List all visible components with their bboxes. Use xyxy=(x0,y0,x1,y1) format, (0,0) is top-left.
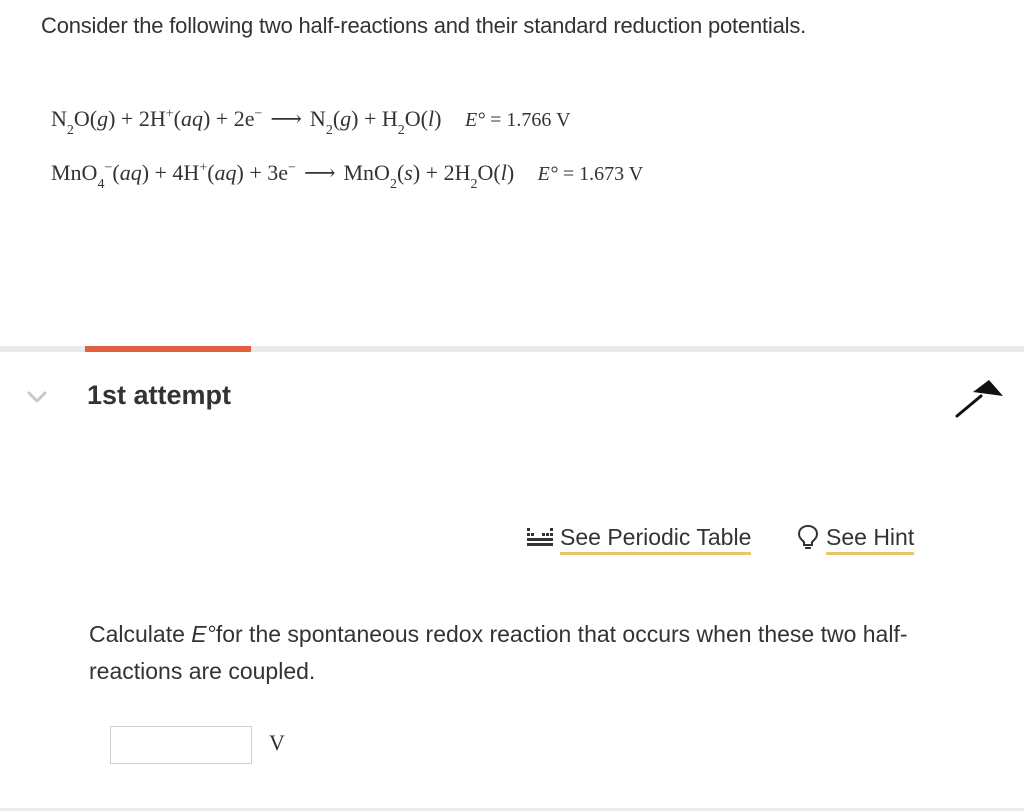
reaction-lhs-token: O( xyxy=(73,106,98,131)
reaction-lhs-token: 2 xyxy=(66,123,74,139)
reaction-lhs-token: ) + 2H xyxy=(108,106,166,131)
half-reaction-1: N2O(g) + 2H+(aq) + 2e− ⟶ N2(g) + H2O(l) E°… xyxy=(51,106,571,138)
reaction-rhs-token: 2 xyxy=(325,123,333,139)
reaction-lhs-token: ( xyxy=(173,106,181,131)
reaction-lhs: N2O(g) + 2H+(aq) + 2e− xyxy=(51,106,263,138)
reaction-rhs: N2(g) + H2O(l) xyxy=(309,106,442,138)
reaction-lhs-token: − xyxy=(254,106,263,122)
answer-unit: V xyxy=(269,730,285,755)
reaction-rhs-token: O( xyxy=(477,160,501,185)
standard-potential-value: = 1.673 V xyxy=(562,163,644,185)
reaction-rhs-token: 2 xyxy=(389,177,397,193)
reaction-rhs-token: s xyxy=(404,160,413,185)
lightbulb-icon xyxy=(797,524,819,549)
question-symbol: E° xyxy=(191,621,216,647)
see-periodic-table-link[interactable]: See Periodic Table xyxy=(526,524,752,555)
periodic-table-icon xyxy=(527,527,553,546)
reaction-rhs-token: 2 xyxy=(397,123,405,139)
reaction-lhs-token: MnO xyxy=(51,160,98,185)
question-pre: Calculate xyxy=(89,621,192,647)
answer-input[interactable] xyxy=(110,726,252,764)
reaction-arrow: ⟶ xyxy=(270,106,302,131)
arrow-up-left-icon[interactable] xyxy=(953,378,1005,420)
reaction-rhs-token: ) + H xyxy=(351,106,398,131)
chevron-down-icon[interactable] xyxy=(26,386,48,408)
reaction-lhs-token: aq xyxy=(214,160,237,185)
intro-text: Consider the following two half-reaction… xyxy=(41,13,807,38)
standard-potential-value: = 1.766 V xyxy=(490,109,571,131)
reaction-lhs-token: ) + 3e xyxy=(236,160,289,185)
question-text: Calculate E°for the spontaneous redox re… xyxy=(89,616,919,690)
standard-potential-symbol: E° xyxy=(537,163,558,185)
reaction-lhs-token: N xyxy=(51,106,67,131)
reaction-lhs-token: ( xyxy=(207,160,215,185)
attempt-tab-indicator xyxy=(85,346,251,352)
reaction-lhs: MnO4−(aq) + 4H+(aq) + 3e− xyxy=(51,160,296,192)
reaction-lhs-token: 4 xyxy=(97,177,105,193)
reaction-lhs-token: − xyxy=(288,160,296,176)
reaction-rhs-token: g xyxy=(340,106,352,131)
see-periodic-table-label: See Periodic Table xyxy=(560,524,752,555)
half-reaction-2: MnO4−(aq) + 4H+(aq) + 3e− ⟶ MnO2(s) + 2H2O… xyxy=(51,160,644,192)
reaction-lhs-token: g xyxy=(97,106,109,131)
reaction-rhs-token: ) xyxy=(434,106,442,131)
reaction-arrow: ⟶ xyxy=(303,160,336,185)
reaction-lhs-token: ) + 4H xyxy=(141,160,200,185)
reaction-rhs-token: MnO xyxy=(343,160,390,185)
see-hint-label: See Hint xyxy=(826,524,915,555)
reaction-rhs-token: O( xyxy=(404,106,428,131)
reaction-lhs-token: aq xyxy=(180,106,203,131)
reaction-rhs-token: ) xyxy=(506,160,515,185)
reaction-lhs-token: ) + 2e xyxy=(202,106,255,131)
standard-potential-symbol: E° xyxy=(464,109,486,131)
see-hint-link[interactable]: See Hint xyxy=(796,524,915,555)
reaction-lhs-token: ( xyxy=(112,160,120,185)
reaction-lhs-token: + xyxy=(165,106,174,122)
reaction-rhs: MnO2(s) + 2H2O(l) xyxy=(343,160,515,192)
reaction-rhs-token: ) + 2H xyxy=(412,160,471,185)
reaction-rhs-token: N xyxy=(309,106,326,131)
attempt-title: 1st attempt xyxy=(87,380,232,410)
reaction-rhs-token: 2 xyxy=(470,177,478,193)
reaction-lhs-token: aq xyxy=(119,160,142,185)
